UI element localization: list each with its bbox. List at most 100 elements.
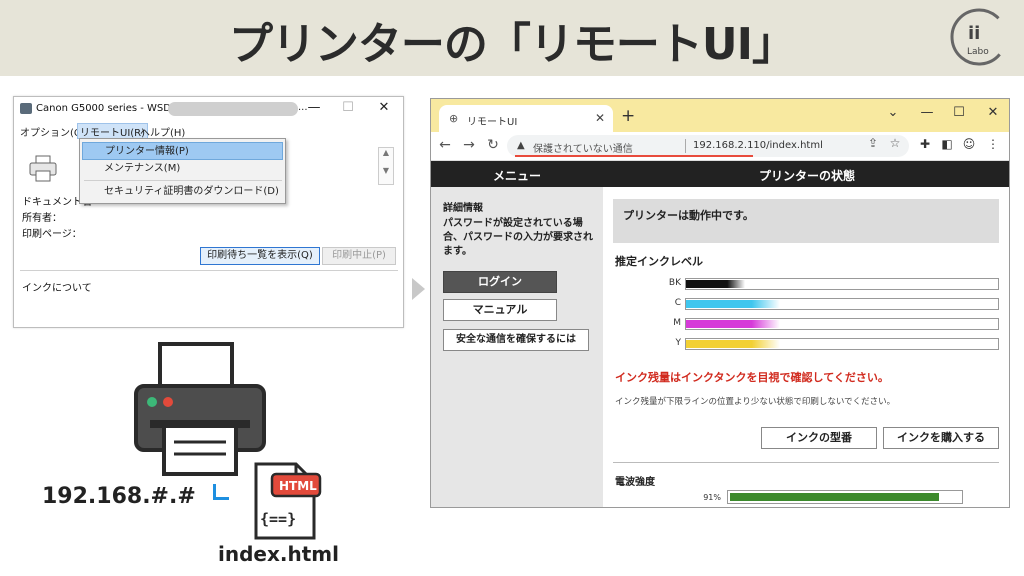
signal-percent: 91% — [703, 493, 721, 502]
printer-app-icon — [20, 103, 32, 114]
arrow-right-icon — [412, 278, 425, 300]
window-title: Canon G5000 series - WSD- — [36, 103, 175, 114]
divider — [613, 462, 999, 463]
main-content: プリンターは動作中です。 推定インクレベル BK C M Y インク残量はインクタンク… — [603, 187, 1009, 507]
window-titlebar: Canon G5000 series - WSD- ... — ☐ ✕ — [14, 97, 403, 121]
print-queue-window: Canon G5000 series - WSD- ... — ☐ ✕ オプショ… — [13, 96, 404, 328]
html-code-text: {==} — [260, 510, 296, 528]
signal-strength-fill — [730, 493, 939, 501]
html-file-icon: HTML {==} — [254, 462, 322, 540]
redacted-device-name — [168, 102, 298, 116]
url-text: 192.168.2.110/index.html — [693, 140, 823, 151]
cancel-print-button[interactable]: 印刷中止(P) — [322, 247, 396, 265]
manual-button[interactable]: マニュアル — [443, 299, 557, 321]
list-scrollbar[interactable]: ▲ ▼ — [378, 147, 394, 185]
ink-row-y: Y — [603, 337, 1009, 351]
minimize-icon[interactable]: — — [306, 100, 322, 115]
secure-comm-button[interactable]: 安全な通信を確保するには — [443, 329, 589, 351]
menu-item-cert-download[interactable]: セキュリティ証明書のダウンロード(D) — [82, 183, 283, 201]
status-badge: プリンターは動作中です。 — [613, 199, 999, 243]
maximize-icon[interactable]: ☐ — [949, 105, 969, 120]
red-underline — [515, 155, 753, 157]
extensions-icon[interactable]: ✚ — [917, 137, 933, 151]
omnibox-divider — [685, 139, 686, 153]
ink-row-c: C — [603, 297, 1009, 311]
ink-label: Y — [675, 338, 682, 348]
chii-labo-logo: ii Labo — [950, 8, 1008, 66]
ink-level-fill — [686, 320, 780, 328]
slide-title: プリンターの「リモートUI」 — [228, 19, 796, 70]
printer-illustration-icon — [134, 342, 266, 476]
forward-icon[interactable]: → — [461, 137, 477, 153]
ink-note: インク残量が下限ラインの位置より少ない状態で印刷しないでください。 — [615, 397, 896, 407]
tab-close-icon[interactable]: ✕ — [595, 111, 605, 125]
window-menubar: オプション(O) リモートUI(R) ヘルプ(H) — [14, 123, 403, 139]
logo-text: ii — [968, 23, 980, 44]
globe-icon: ⊕ — [449, 112, 459, 125]
sidebar: 詳細情報 パスワードが設定されている場合、パスワードの入力が要求されます。 ログ… — [431, 187, 603, 507]
html-badge-text: HTML — [279, 479, 317, 493]
remote-ui-dropdown: プリンター情報(P) メンテナンス(M) セキュリティ証明書のダウンロード(D) — [79, 138, 286, 204]
filename-label: index.html — [218, 542, 339, 566]
ink-level-fill — [686, 300, 780, 308]
buy-ink-button[interactable]: インクを購入する — [883, 427, 999, 449]
label-owner: 所有者： — [22, 213, 62, 224]
security-status: 保護されていない通信 — [533, 144, 633, 155]
password-note: パスワードが設定されている場合、パスワードの入力が要求されます。 — [443, 218, 593, 257]
menu-help[interactable]: ヘルプ(H) — [138, 124, 187, 139]
close-icon[interactable]: ✕ — [983, 105, 1003, 120]
profile-avatar-icon[interactable]: ☺ — [961, 137, 977, 151]
ink-level-fill — [686, 280, 745, 288]
warning-icon: ▲ — [517, 140, 525, 151]
menu-item-maintenance[interactable]: メンテナンス(M) — [82, 160, 283, 178]
address-bar[interactable]: ▲ 保護されていない通信 192.168.2.110/index.html — [507, 135, 909, 157]
page-nav-header: メニュー プリンターの状態 — [431, 161, 1009, 187]
menu-separator — [84, 180, 282, 181]
menu-heading: メニュー — [492, 169, 541, 183]
maximize-icon[interactable]: ☐ — [340, 100, 356, 115]
label-pages: 印刷ページ： — [22, 229, 82, 240]
more-menu-icon[interactable]: ⋮ — [985, 137, 1001, 151]
address-row: ← → ↻ ▲ 保護されていない通信 192.168.2.110/index.h… — [431, 132, 1009, 161]
login-button[interactable]: ログイン — [443, 271, 557, 293]
slide-header: プリンターの「リモートUI」 ii Labo — [0, 0, 1024, 76]
close-icon[interactable]: ✕ — [376, 100, 392, 115]
ip-address-label: 192.168.#.# — [42, 484, 196, 509]
ink-row-bk: BK — [603, 277, 1009, 291]
tab-title: リモートUI — [467, 117, 518, 128]
logo-sub: Labo — [967, 47, 989, 57]
ink-about-label: インクについて — [22, 283, 92, 294]
share-icon[interactable]: ⇪ — [865, 136, 881, 150]
ink-row-m: M — [603, 317, 1009, 331]
ink-warning: インク残量はインクタンクを目視で確認してください。 — [615, 371, 889, 384]
browser-tabbar: ⊕ リモートUI ✕ + ⌄ — ☐ ✕ — [431, 99, 1009, 132]
ink-level-bar — [685, 298, 999, 310]
ink-level-title: 推定インクレベル — [615, 255, 703, 268]
ink-model-button[interactable]: インクの型番 — [761, 427, 877, 449]
back-icon[interactable]: ← — [437, 137, 453, 153]
tab-remote-ui[interactable]: ⊕ リモートUI ✕ — [439, 105, 613, 132]
menu-item-printer-info[interactable]: プリンター情報(P) — [82, 142, 283, 160]
ink-label: C — [674, 298, 681, 308]
new-tab-button[interactable]: + — [621, 106, 635, 126]
ink-level-bar — [685, 278, 999, 290]
bookmark-star-icon[interactable]: ☆ — [887, 136, 903, 150]
ink-level-bar — [685, 318, 999, 330]
printer-status-heading: プリンターの状態 — [758, 169, 855, 183]
corner-connector — [213, 484, 229, 500]
browser-window: ⊕ リモートUI ✕ + ⌄ — ☐ ✕ ← → ↻ ▲ 保護されていない通信 … — [430, 98, 1010, 508]
reload-icon[interactable]: ↻ — [485, 137, 501, 153]
ink-label: M — [673, 318, 681, 328]
ink-label: BK — [668, 278, 681, 288]
signal-strength-title: 電波強度 — [615, 477, 655, 488]
signal-strength-bar — [727, 490, 963, 504]
minimize-icon[interactable]: — — [917, 105, 937, 120]
ink-level-fill — [686, 340, 780, 348]
printer-icon — [29, 155, 57, 182]
show-queue-button[interactable]: 印刷待ち一覧を表示(Q) — [200, 247, 320, 265]
divider — [20, 270, 398, 271]
sidepanel-icon[interactable]: ◧ — [939, 137, 955, 151]
tab-search-icon[interactable]: ⌄ — [883, 105, 903, 120]
sidebar-heading: 詳細情報 — [443, 203, 483, 214]
ink-level-bar — [685, 338, 999, 350]
